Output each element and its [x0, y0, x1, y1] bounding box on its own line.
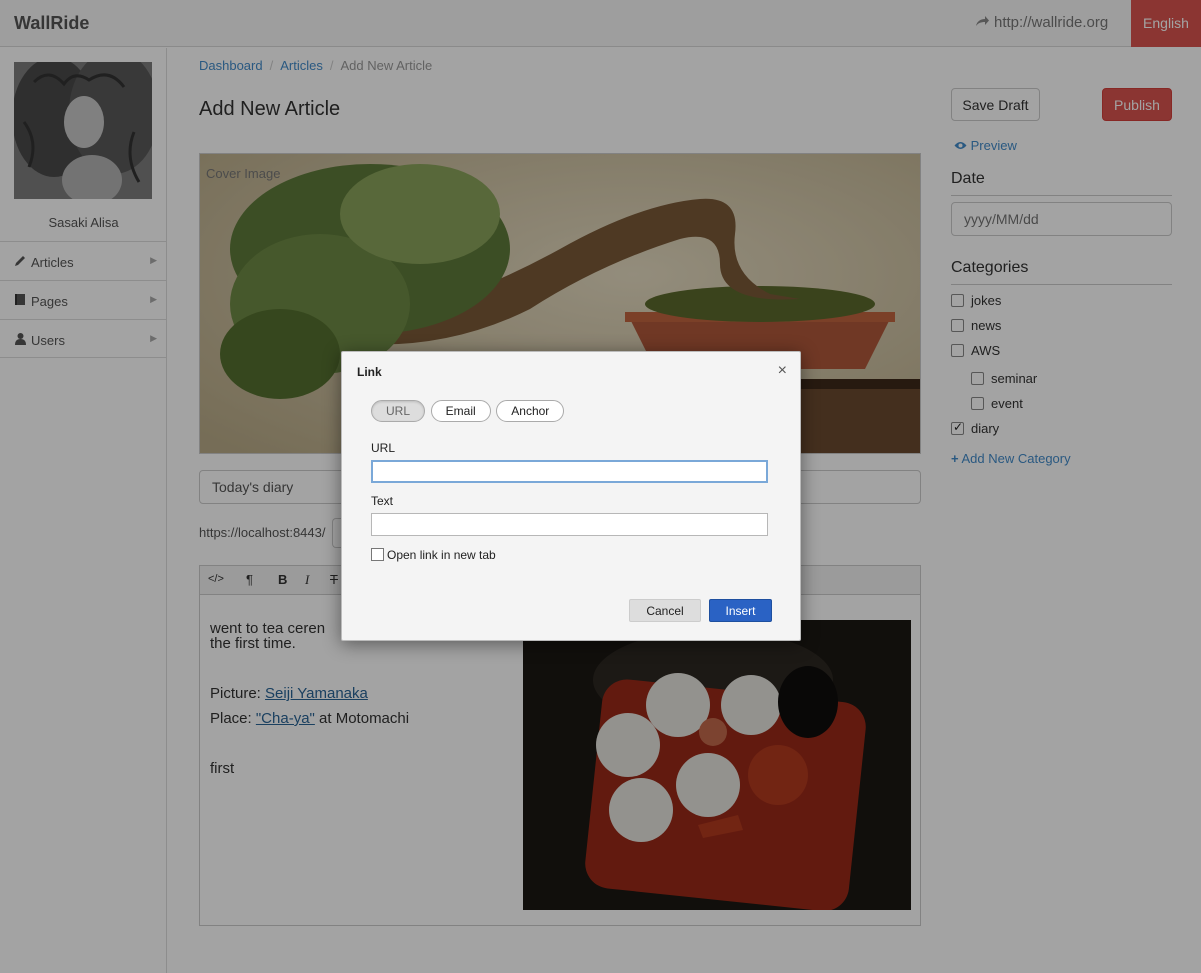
link-dialog: Link × URL Email Anchor URL Text Open li… [341, 351, 801, 641]
link-type-tabs: URL Email Anchor [371, 400, 566, 422]
new-tab-label: Open link in new tab [387, 548, 496, 562]
close-icon[interactable]: × [778, 362, 787, 380]
url-input[interactable] [371, 460, 768, 483]
text-input[interactable] [371, 513, 768, 536]
tab-url[interactable]: URL [371, 400, 426, 422]
new-tab-option[interactable]: Open link in new tab [371, 548, 496, 562]
tab-anchor[interactable]: Anchor [496, 400, 565, 422]
url-label: URL [371, 441, 396, 455]
text-label: Text [371, 494, 394, 508]
new-tab-checkbox[interactable] [371, 548, 384, 561]
dialog-title: Link [357, 365, 382, 379]
insert-button[interactable]: Insert [709, 599, 772, 622]
tab-email[interactable]: Email [430, 400, 491, 422]
cancel-button[interactable]: Cancel [629, 599, 701, 622]
